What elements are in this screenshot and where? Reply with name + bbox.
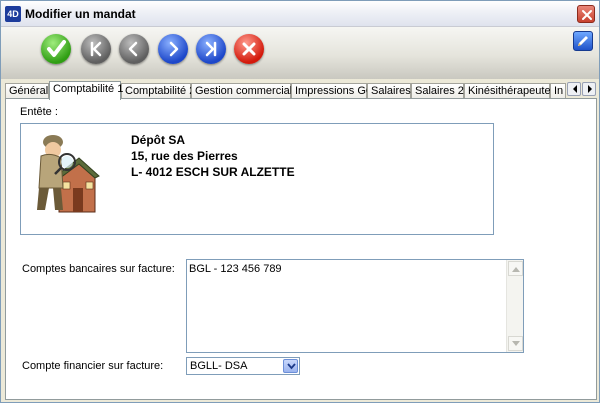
tab-scroll-right-button[interactable] [582, 82, 596, 96]
tab-general[interactable]: Général [5, 83, 49, 99]
tab-gestion-commerciale[interactable]: Gestion commerciale [191, 83, 298, 99]
app-logo-icon: 4D [5, 6, 21, 22]
checkmark-icon [47, 40, 66, 57]
bank-accounts-value: BGL - 123 456 789 [189, 263, 282, 275]
validate-button[interactable] [41, 34, 71, 64]
header-address: Dépôt SA 15, rue des Pierres L- 4012 ESC… [131, 132, 295, 180]
skip-last-icon [205, 41, 217, 57]
dialog-window: 4D Modifier un mandat Général Comptabili… [0, 0, 600, 403]
close-button[interactable] [577, 5, 595, 23]
skip-first-icon [90, 41, 102, 57]
bank-accounts-scrollbar[interactable] [506, 260, 523, 352]
next-record-button[interactable] [158, 34, 188, 64]
toolbar [1, 27, 599, 79]
edit-button[interactable] [573, 31, 593, 51]
cancel-button[interactable] [234, 34, 264, 64]
tab-comptabilite-2[interactable]: Comptabilité 2 [121, 83, 195, 99]
previous-record-button[interactable] [119, 34, 149, 64]
tab-page-comptabilite-1: Entête : Dépôt SA 15, rue des Pierres L-… [5, 98, 597, 400]
arrow-left-icon [573, 85, 577, 93]
tab-salaires-2[interactable]: Salaires 2 [411, 83, 464, 99]
scroll-down-button[interactable] [508, 336, 523, 351]
header-line-city: L- 4012 ESCH SUR ALZETTE [131, 165, 295, 179]
tab-comptabilite-1[interactable]: Comptabilité 1 [49, 81, 123, 100]
first-record-button[interactable] [81, 34, 111, 64]
arrow-up-icon [512, 267, 520, 272]
bank-accounts-field[interactable]: BGL - 123 456 789 [186, 259, 524, 353]
detective-house-image [37, 135, 100, 213]
header-line-company: Dépôt SA [131, 133, 185, 147]
chevron-left-icon [128, 41, 138, 57]
scroll-up-button[interactable] [508, 261, 523, 276]
dropdown-button[interactable] [283, 359, 298, 373]
pencil-icon [578, 36, 588, 46]
chevron-right-icon [169, 41, 179, 57]
header-line-street: 15, rue des Pierres [131, 149, 238, 163]
tab-salaires[interactable]: Salaires [367, 83, 411, 99]
tab-impressions-gc[interactable]: Impressions GC [291, 83, 374, 99]
tab-kinesitherapeutes[interactable]: Kinésithérapeutes [464, 83, 556, 99]
tab-partial[interactable]: In [550, 83, 566, 99]
financial-account-select[interactable]: BGLL- DSA [186, 357, 300, 375]
financial-account-label: Compte financier sur facture: [22, 360, 164, 372]
title-bar: 4D Modifier un mandat [1, 1, 599, 27]
bank-accounts-label: Comptes bancaires sur facture: [22, 263, 175, 275]
x-icon [242, 42, 256, 56]
close-icon [582, 10, 592, 20]
tab-scroll-left-button[interactable] [567, 82, 581, 96]
tab-bar: Général Comptabilité 1 Comptabilité 2 Ge… [5, 81, 599, 100]
window-title: Modifier un mandat [25, 7, 136, 21]
arrow-right-icon [588, 85, 592, 93]
chevron-down-icon [287, 363, 296, 370]
last-record-button[interactable] [196, 34, 226, 64]
arrow-down-icon [512, 341, 520, 346]
financial-account-value: BGLL- DSA [190, 360, 248, 372]
header-preview: Dépôt SA 15, rue des Pierres L- 4012 ESC… [20, 123, 494, 235]
header-label: Entête : [20, 106, 58, 118]
